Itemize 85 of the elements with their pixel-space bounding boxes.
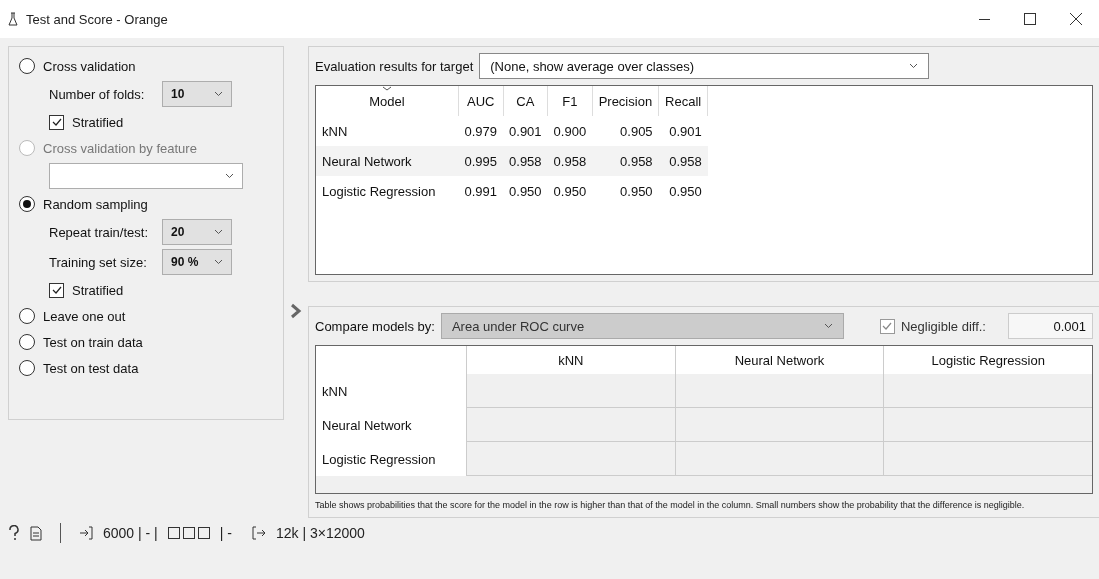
input-summary-tail: | -: [219, 525, 232, 541]
chevron-down-icon: [214, 229, 223, 235]
column-header[interactable]: CA: [503, 86, 548, 116]
flask-icon: [8, 12, 18, 26]
chevron-down-icon: [214, 259, 223, 265]
table-cell: 0.958: [658, 146, 708, 176]
table-cell: 0.905: [592, 116, 659, 146]
input-summary: 6000 | - |: [103, 525, 158, 541]
checkbox-label: Stratified: [72, 282, 124, 298]
chevron-down-icon: [214, 91, 223, 97]
checkbox[interactable]: [49, 282, 64, 298]
table-cell: 0.950: [503, 176, 548, 206]
checkbox[interactable]: [49, 114, 64, 130]
output-summary: 12k | 3×12000: [275, 525, 365, 541]
combo-label: Training set size:: [49, 254, 148, 270]
column-header[interactable]: Model: [316, 86, 459, 116]
radio-button[interactable]: [19, 308, 35, 324]
compare-dropdown[interactable]: Area under ROC curve: [440, 313, 844, 340]
dropdown[interactable]: 90 %: [162, 249, 232, 275]
table-cell: Logistic Regression: [316, 176, 459, 206]
table-cell: 0.950: [592, 176, 659, 206]
chevron-down-icon: [225, 173, 234, 179]
table-cell: 0.900: [547, 116, 593, 146]
checkbox-label: Stratified: [72, 114, 124, 130]
chevron-right-icon[interactable]: [290, 303, 302, 319]
document-icon[interactable]: [30, 525, 42, 541]
sort-icon: [382, 86, 392, 91]
combo-label: Number of folds:: [49, 86, 146, 102]
column-header: Neural Network: [674, 346, 884, 375]
output-icon: [251, 526, 266, 540]
box-icon: [182, 527, 195, 539]
maximize-icon: [1024, 13, 1036, 25]
close-icon: [1070, 13, 1082, 25]
combo-label: Repeat train/test:: [49, 224, 149, 240]
chevron-down-icon: [823, 323, 833, 330]
box-icon: [197, 527, 210, 539]
radio-label: Leave one out: [43, 308, 126, 324]
table-cell: Neural Network: [316, 146, 459, 176]
radio-button[interactable]: [19, 360, 35, 376]
chevron-down-icon: [909, 63, 919, 69]
row-header: Logistic Regression: [316, 442, 466, 477]
radio-label: Cross validation: [43, 58, 136, 74]
radio-label: Random sampling: [43, 196, 148, 212]
table-cell: 0.950: [547, 176, 593, 206]
check-icon: [51, 286, 62, 294]
table-cell: kNN: [316, 116, 459, 146]
table-note: Table shows probabilities that the score for the model in the row is higher than that of the model in the column. Small numbers show the probability that the difference is negligible.: [315, 500, 1026, 511]
column-header[interactable]: Precision: [592, 86, 659, 116]
box-icon: [167, 527, 180, 539]
column-header[interactable]: Recall: [658, 86, 708, 116]
check-icon: [51, 118, 62, 126]
column-header[interactable]: F1: [547, 86, 593, 116]
help-icon[interactable]: [8, 525, 20, 541]
table-cell: 0.958: [503, 146, 548, 176]
radio-label: Cross validation by feature: [43, 140, 197, 156]
table-cell: 0.901: [658, 116, 708, 146]
radio-label: Test on test data: [43, 360, 139, 376]
table-cell: 0.991: [458, 176, 504, 206]
negligible-field[interactable]: 0.001: [1008, 313, 1093, 340]
window-title: Test and Score - Orange: [26, 11, 168, 27]
checkbox[interactable]: [879, 318, 895, 334]
table-cell: 0.901: [503, 116, 548, 146]
row-header: Neural Network: [316, 408, 466, 443]
row-header: kNN: [316, 374, 466, 409]
radio-button[interactable]: [19, 196, 35, 212]
radio-button[interactable]: [19, 334, 35, 350]
dropdown[interactable]: 20: [162, 219, 232, 245]
dropdown[interactable]: 10: [162, 81, 232, 107]
radio-button[interactable]: [19, 58, 35, 74]
target-dropdown[interactable]: (None, show average over classes): [479, 53, 930, 79]
compare-label: Compare models by:: [315, 318, 435, 334]
table-cell: 0.958: [547, 146, 593, 176]
column-header[interactable]: AUC: [458, 86, 504, 116]
checkbox-label: Negligible diff.:: [900, 318, 986, 334]
minimize-icon: [978, 18, 990, 20]
column-header: Logistic Regression: [883, 346, 1092, 375]
target-label: Evaluation results for target: [315, 58, 474, 74]
table-cell: 0.995: [458, 146, 504, 176]
input-icon: [79, 526, 93, 540]
table-cell: 0.958: [592, 146, 659, 176]
column-header: kNN: [466, 346, 675, 375]
radio-label: Test on train data: [43, 334, 143, 350]
table-cell: 0.950: [658, 176, 708, 206]
check-icon: [882, 322, 893, 331]
table-cell: 0.979: [458, 116, 504, 146]
